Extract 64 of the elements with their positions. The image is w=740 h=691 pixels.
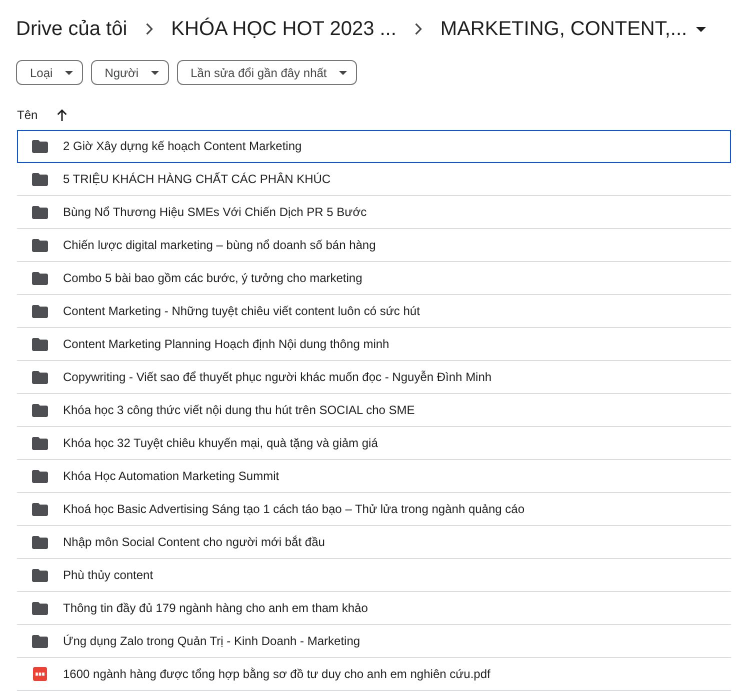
name-column-sort[interactable]: Tên (17, 106, 67, 124)
folder-menu-button[interactable]: MARKETING, CONTENT,... (440, 16, 706, 42)
file-row[interactable]: Phù thủy content (17, 559, 731, 592)
folder-icon (32, 206, 48, 218)
folder-icon (32, 370, 48, 384)
file-row[interactable]: Khóa Học Automation Marketing Summit (17, 460, 731, 493)
caret-down-icon (696, 26, 706, 32)
file-row[interactable]: Content Marketing - Những tuyệt chiêu viết content luôn có sức hút (17, 295, 731, 328)
file-row[interactable]: 2 Giờ Xây dựng kế hoạch Content Marketing (17, 130, 731, 163)
file-row[interactable]: Khóa học 32 Tuyệt chiêu khuyến mại, quà tặng và giảm giá (17, 427, 731, 460)
file-row[interactable]: 1600 ngành hàng được tổng hợp bằng sơ đồ tư duy cho anh em nghiên cứu.pdf (17, 658, 731, 691)
folder-icon (32, 338, 48, 350)
file-name: Copywriting - Viết sao để thuyết phục người khác muốn đọc - Nguyễn Đình Minh (63, 369, 492, 386)
file-name: Bùng Nổ Thương Hiệu SMEs Với Chiến Dịch PR 5 Bước (63, 204, 367, 221)
file-name: 1600 ngành hàng được tổng hợp bằng sơ đồ tư duy cho anh em nghiên cứu.pdf (63, 666, 490, 683)
file-name: Khoá học Basic Advertising Sáng tạo 1 cách táo bạo – Thử lửa trong ngành quảng cáo (63, 501, 524, 518)
file-row[interactable]: Khoá học Basic Advertising Sáng tạo 1 cách táo bạo – Thử lửa trong ngành quảng cáo (17, 493, 731, 526)
folder-icon (32, 470, 48, 482)
folder-icon (32, 238, 48, 252)
folder-icon (32, 502, 48, 516)
file-name: Content Marketing Planning Hoạch định Nội dung thông minh (63, 336, 390, 353)
file-row[interactable]: Combo 5 bài bao gồm các bước, ý tưởng cho marketing (17, 262, 731, 295)
folder-icon (32, 140, 48, 152)
file-row[interactable]: Chiến lược digital marketing – bùng nổ doanh số bán hàng (17, 229, 731, 262)
file-row[interactable]: 5 TRIỆU KHÁCH HÀNG CHẤT CÁC PHÂN KHÚC (17, 163, 731, 196)
filter-dropdown[interactable]: Lần sửa đổi gần đây nhất (176, 60, 357, 85)
breadcrumb-link[interactable]: Drive của tôi (16, 16, 128, 42)
folder-icon (32, 172, 48, 186)
caret-down-icon (150, 70, 159, 74)
file-row[interactable]: Thông tin đầy đủ 179 ngành hàng cho anh em tham khảo (17, 592, 731, 625)
file-name: Content Marketing - Những tuyệt chiêu viết content luôn có sức hút (63, 303, 420, 320)
folder-icon (32, 272, 48, 284)
pdf-file-icon (33, 667, 47, 681)
file-row[interactable]: Copywriting - Viết sao để thuyết phục người khác muốn đọc - Nguyễn Đình Minh (17, 361, 731, 394)
chevron-right-icon (415, 23, 422, 35)
file-name: Phù thủy content (63, 567, 154, 584)
file-name: Khóa học 32 Tuyệt chiêu khuyến mại, quà tặng và giảm giá (63, 435, 378, 452)
file-row[interactable]: Khóa học 3 công thức viết nội dung thu hút trên SOCIAL cho SME (17, 394, 731, 427)
file-name: Chiến lược digital marketing – bùng nổ doanh số bán hàng (63, 237, 376, 254)
file-name: Thông tin đầy đủ 179 ngành hàng cho anh em tham khảo (63, 600, 368, 617)
folder-icon (32, 634, 48, 648)
folder-icon (32, 304, 48, 318)
file-row[interactable]: Nhập môn Social Content cho người mới bắt đầu (17, 526, 731, 559)
file-name: Nhập môn Social Content cho người mới bắt đầu (63, 534, 325, 551)
file-row[interactable]: Content Marketing Planning Hoạch định Nội dung thông minh (17, 328, 731, 361)
caret-down-icon (338, 70, 347, 74)
file-row[interactable]: Ứng dụng Zalo trong Quản Trị - Kinh Doanh - Marketing (17, 625, 731, 658)
caret-down-icon (64, 70, 73, 74)
chevron-right-icon (146, 23, 154, 35)
filter-dropdown[interactable]: Loại (16, 60, 83, 85)
file-name: Combo 5 bài bao gồm các bước, ý tưởng cho marketing (63, 270, 362, 287)
file-name: Khóa Học Automation Marketing Summit (63, 468, 280, 485)
file-row[interactable]: Bùng Nổ Thương Hiệu SMEs Với Chiến Dịch PR 5 Bước (17, 196, 731, 229)
file-name: 2 Giờ Xây dựng kế hoạch Content Marketing (63, 138, 302, 155)
file-name: Ứng dụng Zalo trong Quản Trị - Kinh Doanh - Marketing (63, 633, 360, 650)
folder-icon (32, 602, 48, 614)
folder-icon (32, 568, 48, 582)
file-name: Khóa học 3 công thức viết nội dung thu hút trên SOCIAL cho SME (63, 402, 415, 419)
filter-dropdown[interactable]: Người (90, 60, 169, 85)
folder-icon (32, 436, 48, 450)
folder-icon (32, 404, 48, 416)
breadcrumb-link[interactable]: KHÓA HỌC HOT 2023 ... (171, 16, 396, 42)
folder-icon (32, 536, 48, 548)
file-name: 5 TRIỆU KHÁCH HÀNG CHẤT CÁC PHÂN KHÚC (63, 171, 331, 188)
